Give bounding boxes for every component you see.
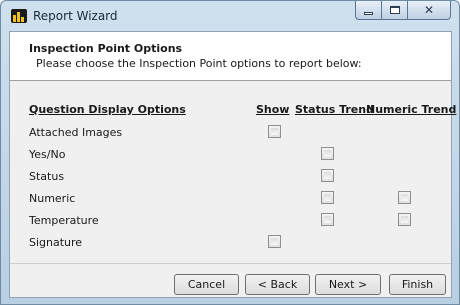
footer-divider <box>10 263 451 264</box>
page-title: Inspection Point Options <box>29 42 183 55</box>
column-header-show: Show <box>256 103 290 116</box>
row-label-yes-no: Yes/No <box>29 148 66 161</box>
status-status-trend-checkbox[interactable] <box>321 169 334 182</box>
minimize-icon <box>364 11 373 15</box>
minimize-button[interactable] <box>355 1 381 20</box>
window-controls: ✕ <box>355 1 451 21</box>
numeric-numeric-trend-checkbox[interactable] <box>398 191 411 204</box>
row-label-attached-images: Attached Images <box>29 126 123 139</box>
signature-show-checkbox[interactable] <box>268 235 281 248</box>
column-header-status-trend: Status Trend <box>295 103 374 116</box>
temperature-status-trend-checkbox[interactable] <box>321 213 334 226</box>
back-button[interactable]: < Back <box>245 274 310 295</box>
row-label-status: Status <box>29 170 65 183</box>
page-subtitle: Please choose the Inspection Point optio… <box>36 57 362 70</box>
window-title: Report Wizard <box>33 9 118 23</box>
column-header-numeric-trend: Numeric Trend <box>366 103 457 116</box>
wizard-header: Inspection Point Options Please choose t… <box>10 32 451 81</box>
wizard-content: Inspection Point Options Please choose t… <box>9 31 456 298</box>
close-button[interactable]: ✕ <box>407 1 451 20</box>
next-button[interactable]: Next > <box>315 274 381 295</box>
finish-button[interactable]: Finish <box>389 274 446 295</box>
attached-images-show-checkbox[interactable] <box>268 125 281 138</box>
row-label-signature: Signature <box>29 236 83 249</box>
app-logo-icon <box>11 9 27 23</box>
column-header-options: Question Display Options <box>29 103 186 116</box>
report-wizard-window: Report Wizard ✕ Inspection Point Options… <box>0 0 460 305</box>
row-label-numeric: Numeric <box>29 192 76 205</box>
cancel-button[interactable]: Cancel <box>174 274 239 295</box>
maximize-icon <box>389 6 400 14</box>
yes-no-status-trend-checkbox[interactable] <box>321 147 334 160</box>
numeric-status-trend-checkbox[interactable] <box>321 191 334 204</box>
title-bar[interactable]: Report Wizard ✕ <box>1 1 459 31</box>
row-label-temperature: Temperature <box>29 214 99 227</box>
maximize-button[interactable] <box>381 1 407 20</box>
close-icon: ✕ <box>423 3 435 17</box>
temperature-numeric-trend-checkbox[interactable] <box>398 213 411 226</box>
